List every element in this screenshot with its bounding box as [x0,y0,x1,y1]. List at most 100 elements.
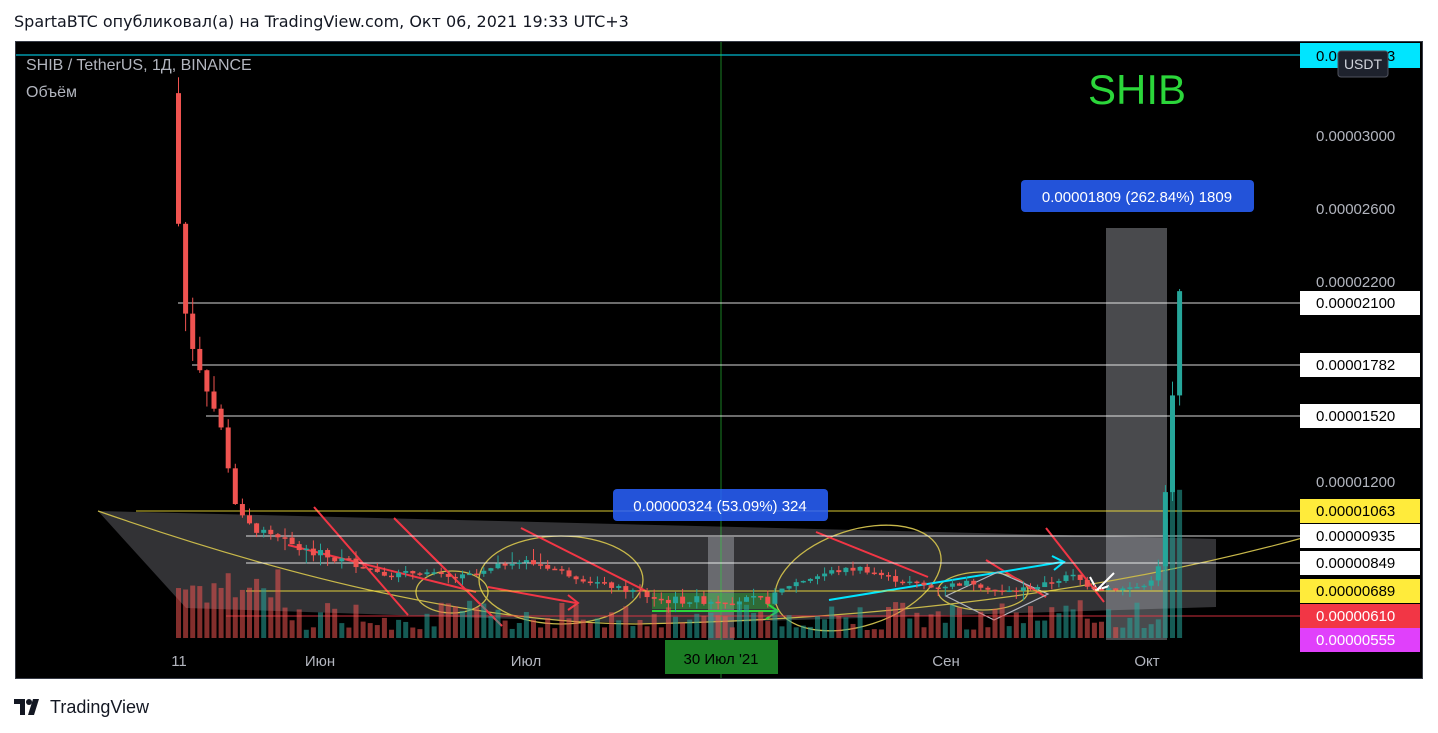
measure-label-small: 0.00000324 (53.09%) 324 [613,489,828,521]
watermark: SHIB [1088,66,1186,113]
candle-body [992,589,998,592]
volume-bar [836,616,842,638]
volume-bar [310,627,316,638]
candle-body [1084,579,1090,587]
volume-bar [744,604,749,638]
x-tick-label: 11 [171,653,187,670]
volume-bar [325,603,331,638]
candle-body [907,581,913,584]
volume-bar [303,629,309,638]
candle-body [353,558,359,568]
candle-body [971,580,977,585]
volume-bar [729,627,735,638]
x-tick-label: Июл [511,653,541,670]
candle-body [871,572,877,575]
candle-body [424,572,430,575]
price-level-label: 0.00001520 [1300,404,1420,428]
volume-bar [211,583,217,638]
candle-body [680,596,686,604]
candle-body [807,578,813,581]
svg-text:0.00001520: 0.00001520 [1316,408,1395,425]
price-level-label: 0.00000849 [1300,551,1420,575]
volume-bar [1006,626,1012,638]
candle-body [935,587,941,590]
volume-bar [971,629,977,638]
candle-body [1091,586,1097,590]
candle-body [296,544,302,551]
candle-body [254,523,260,533]
volume-bar [381,617,387,638]
volume-bar [481,603,487,638]
volume-bar [289,620,295,638]
volume-bar [516,623,522,638]
volume-bar [1106,609,1112,638]
volume-bar [502,620,508,638]
volume-bar [957,607,962,638]
volume-bar [673,616,678,638]
volume-bar [580,619,586,638]
crosshair-date-label: 30 Июл '21 [665,640,778,674]
candle-body [431,572,437,574]
candle-body [878,572,884,576]
volume-bar [715,615,721,638]
candle-body [651,597,657,599]
candle-body [318,550,323,556]
currency-badge[interactable]: USDT [1337,50,1389,78]
volume-bar [800,625,806,638]
volume-bar [396,619,402,638]
volume-bar [786,615,792,638]
price-chart[interactable]: 0.00002100 0.00001782 0.00001520 0.00001063… [16,42,1422,678]
volume-bar [296,609,302,638]
candle-body [445,574,451,577]
candle-body [346,558,352,560]
price-axis: 0.00002100 0.00001782 0.00001520 0.00001063… [1300,128,1420,652]
candle-body [829,570,835,574]
price-level-label: 0.00000555 [1300,628,1420,652]
candle-body [204,370,210,392]
volume-bar [523,612,529,638]
candle-body [481,570,487,574]
chart-area[interactable]: 0.00002100 0.00001782 0.00001520 0.00001063… [15,41,1423,679]
footer-brand[interactable]: TradingView [14,695,149,719]
candle-body [474,573,480,576]
candle-body [630,590,636,592]
volume-bar [1127,617,1133,638]
volume-bar [680,622,686,638]
svg-text:0.00000935: 0.00000935 [1316,528,1395,545]
volume-bar [1099,621,1104,638]
volume-bar [218,587,224,638]
candle-body [729,603,735,606]
candle-body [410,571,416,574]
volume-bar [1177,489,1183,638]
volume-bar [183,589,189,638]
volume-bar [694,613,700,638]
volume-bar [722,616,728,638]
candle-body [616,586,622,588]
volume-bar [559,602,565,638]
volume-bar [687,619,693,638]
candle-body [942,586,948,589]
candle-body [239,504,245,516]
volume-bar [658,627,664,638]
candle-body [1056,580,1062,583]
candle-body [779,588,785,593]
candle-body [893,576,899,582]
candle-body [176,93,181,224]
candle-body [637,590,643,592]
price-level-label: 0.00001063 [1300,499,1420,523]
volume-bar [893,602,899,638]
volume-bar [225,573,231,638]
volume-bar [538,627,544,638]
candle-body [374,568,380,572]
volume-bar [857,607,863,638]
y-tick-label: 0.00001200 [1316,474,1395,491]
volume-bar [275,569,281,638]
candle-body [559,569,565,571]
candle-body [1127,587,1133,589]
volume-bar [403,621,409,638]
volume-bar [637,619,643,638]
volume-bar [176,588,181,638]
candle-body [587,581,593,584]
volume-bar [566,618,572,638]
volume-bar [914,612,920,638]
